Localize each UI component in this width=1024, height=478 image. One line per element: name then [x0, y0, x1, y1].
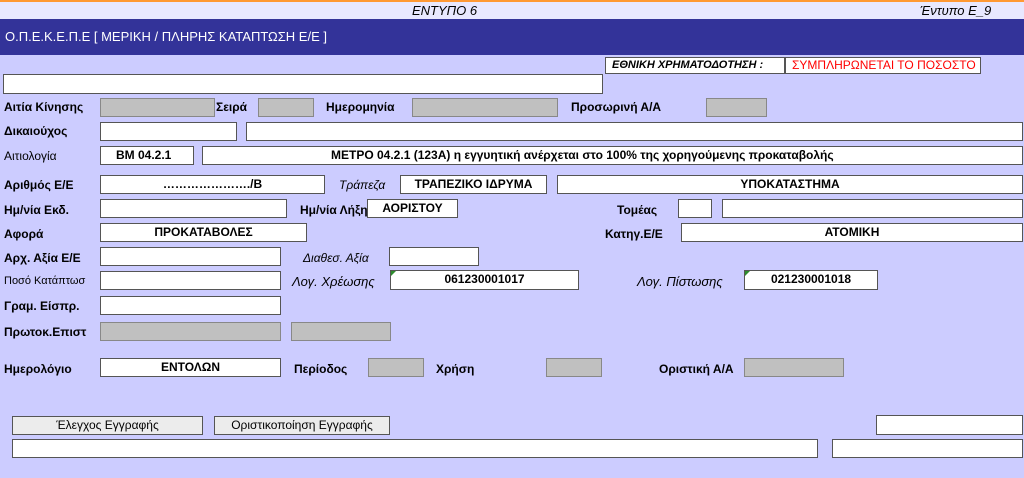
- comment-indicator-icon: [391, 271, 396, 276]
- prosorini-field[interactable]: [706, 98, 767, 117]
- top-bar: ΕΝΤΥΠΟ 6 Έντυπο Ε_9: [0, 0, 1024, 19]
- label-gram: Γραμ. Είσπρ.: [4, 299, 80, 313]
- label-periodos: Περίοδος: [294, 362, 348, 376]
- check-entry-button[interactable]: Έλεγχος Εγγραφής: [12, 416, 203, 435]
- aitiologia-text-field[interactable]: ΜΕΤΡΟ 04.2.1 (123Α) η εγγυητική ανέρχετα…: [202, 146, 1023, 165]
- label-arx-axia: Αρχ. Αξία Ε/Ε: [4, 251, 81, 265]
- protok-date-field[interactable]: [291, 322, 391, 341]
- label-oristiki: Οριστική Α/Α: [659, 362, 734, 376]
- ekdosi-field[interactable]: [100, 199, 287, 218]
- label-trapeza: Τράπεζα: [339, 178, 386, 192]
- katig-field[interactable]: ΑΤΟΜΙΚΗ: [681, 223, 1023, 242]
- dikaiouxos-code-field[interactable]: [100, 122, 237, 141]
- label-prosorini: Προσωρινή Α/Α: [571, 100, 662, 114]
- label-xrisi: Χρήση: [436, 362, 475, 376]
- label-protok: Πρωτοκ.Επιστ: [4, 325, 87, 339]
- finalize-entry-button[interactable]: Οριστικοποίηση Εγγραφής: [214, 416, 390, 435]
- hmerominia-field[interactable]: [412, 98, 558, 117]
- afora-field[interactable]: ΠΡΟΚΑΤΑΒΟΛΕΣ: [100, 223, 307, 242]
- status-field: [876, 415, 1023, 435]
- label-hmerologio: Ημερολόγιο: [4, 362, 72, 376]
- xrisi-field[interactable]: [546, 358, 602, 377]
- message-field: [12, 439, 818, 458]
- arithmos-field[interactable]: …………………./Β: [100, 175, 325, 194]
- label-katig: Κατηγ.Ε/Ε: [605, 227, 663, 241]
- protok-field[interactable]: [100, 322, 281, 341]
- dikaiouxos-name-field[interactable]: [246, 122, 1023, 141]
- periodos-field[interactable]: [368, 358, 424, 377]
- poso-field[interactable]: [100, 271, 281, 290]
- label-dikaiouxos: Δικαιούχος: [4, 124, 68, 138]
- lixi-field[interactable]: ΑΟΡΙΣΤΟΥ: [367, 199, 458, 218]
- form-number: ΕΝΤΥΠΟ 6: [412, 3, 478, 18]
- log-xreosis-field[interactable]: 061230001017: [390, 270, 579, 290]
- funding-value: ΣΥΜΠΛΗΡΩΝΕΤΑΙ ΤΟ ΠΟΣΟΣΤΟ: [785, 57, 981, 74]
- log-pistosis-field[interactable]: 021230001018: [744, 270, 878, 290]
- arx-axia-field[interactable]: [100, 247, 281, 266]
- label-hmerominia: Ημερομηνία: [326, 100, 395, 114]
- diathes-field[interactable]: [389, 247, 479, 266]
- hmerologio-field[interactable]: ΕΝΤΟΛΩΝ: [100, 358, 281, 377]
- aitiologia-code-field[interactable]: ΒΜ 04.2.1: [100, 146, 194, 165]
- label-arithmos: Αριθμός Ε/Ε: [4, 178, 74, 192]
- tomeas-code-field[interactable]: [678, 199, 712, 218]
- gram-field[interactable]: [100, 296, 281, 315]
- label-log-xreosis: Λογ. Χρέωσης: [292, 274, 375, 289]
- page-title: Ο.Π.Ε.Κ.Ε.Π.Ε [ ΜΕΡΙΚΗ / ΠΛΗΡΗΣ ΚΑΤΑΠΤΩΣ…: [0, 19, 1024, 55]
- oristiki-field[interactable]: [744, 358, 844, 377]
- seira-field[interactable]: [258, 98, 314, 117]
- message-field-right: [832, 439, 1023, 458]
- label-aitiologia: Αιτιολογία: [4, 149, 57, 163]
- aitia-field[interactable]: [100, 98, 215, 117]
- label-aitia: Αιτία Κίνησης: [4, 100, 84, 114]
- comment-indicator-icon: [745, 271, 750, 276]
- form-code: Έντυπο Ε_9: [920, 3, 992, 18]
- funding-label: ΕΘΝΙΚΗ ΧΡΗΜΑΤΟΔΟΤΗΣΗ :: [605, 57, 785, 74]
- label-seira: Σειρά: [216, 100, 248, 114]
- label-log-pistosis: Λογ. Πίστωσης: [637, 274, 723, 289]
- label-poso: Ποσό Κατάπτωσ: [4, 275, 86, 287]
- label-diathes: Διαθεσ. Αξία: [303, 251, 369, 265]
- label-afora: Αφορά: [4, 227, 44, 241]
- description-field[interactable]: [3, 74, 603, 94]
- label-lixi: Ημ/νία Λήξης: [300, 203, 374, 217]
- ypokatastima-field[interactable]: ΥΠΟΚΑΤΑΣΤΗΜΑ: [557, 175, 1023, 194]
- label-tomeas: Τομέας: [617, 203, 658, 217]
- trapeza-field[interactable]: ΤΡΑΠΕΖΙΚΟ ΙΔΡΥΜΑ: [400, 175, 547, 194]
- tomeas-name-field[interactable]: [722, 199, 1023, 218]
- label-ekdosi: Ημ/νία Εκδ.: [4, 203, 69, 217]
